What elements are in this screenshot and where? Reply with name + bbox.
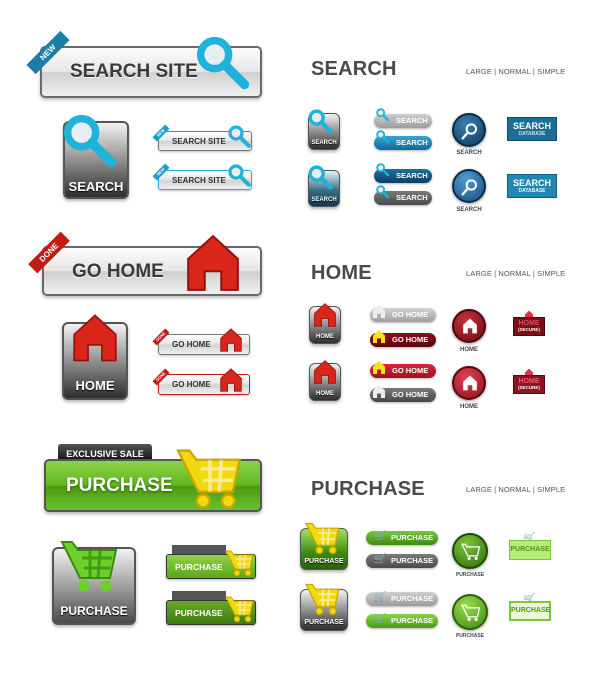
cart-icon: 🛒 <box>374 592 387 603</box>
purchase-simple-button[interactable]: PURCHASE <box>509 540 551 560</box>
magnifier-icon <box>376 130 390 144</box>
house-icon <box>220 368 242 392</box>
cart-icon <box>305 522 340 555</box>
magnifier-icon <box>461 123 477 140</box>
section-title-search: SEARCH <box>311 58 397 80</box>
magnifier-icon <box>376 108 390 122</box>
magnifier-icon <box>376 185 390 199</box>
cart-icon: 🛒 <box>374 614 387 625</box>
cart-icon <box>305 583 340 616</box>
house-icon <box>314 303 336 327</box>
magnifier-icon <box>228 164 251 187</box>
magnifier-icon <box>461 179 477 196</box>
search-database-button[interactable]: SEARCH DATABASE <box>507 117 557 141</box>
cart-icon <box>225 550 254 577</box>
home-circle-caption: HOME <box>460 347 478 353</box>
magnifier-icon <box>376 163 390 177</box>
home-secure-button-alt[interactable]: HOME (SECURE) <box>513 375 545 394</box>
house-icon <box>373 385 385 398</box>
magnifier-icon <box>228 125 251 148</box>
purchase-circle-caption: PURCHASE <box>455 633 485 639</box>
search-circle-button-alt[interactable] <box>452 169 486 203</box>
cart-icon <box>461 604 481 622</box>
house-icon <box>373 305 385 318</box>
search-site-label: SEARCH SITE <box>70 61 198 82</box>
magnifier-icon <box>308 165 334 191</box>
house-icon <box>373 330 385 343</box>
exclusive-sale-tab-small: EXCLUSIVE SALE <box>172 545 226 560</box>
house-icon <box>220 328 242 352</box>
house-icon <box>187 235 239 291</box>
house-icon <box>373 361 385 374</box>
section-title-home: HOME <box>311 262 372 284</box>
home-circle-caption: HOME <box>460 404 478 410</box>
size-options-search: LARGE | NORMAL | SIMPLE <box>466 67 566 76</box>
magnifier-icon <box>196 34 252 94</box>
purchase-circle-button[interactable] <box>452 533 488 569</box>
cart-icon: 🛒 <box>374 554 387 565</box>
section-title-purchase: PURCHASE <box>311 478 425 500</box>
house-icon <box>314 360 336 384</box>
cart-icon <box>225 596 254 623</box>
go-home-label: GO HOME <box>72 261 164 282</box>
search-circle-button[interactable] <box>452 113 486 147</box>
purchase-simple-button-alt[interactable]: PURCHASE <box>509 601 551 621</box>
house-icon <box>463 375 477 391</box>
cart-icon <box>176 448 242 509</box>
home-tile-label: HOME <box>75 378 115 393</box>
house-icon <box>73 314 117 362</box>
exclusive-sale-tab: EXCLUSIVE SALE <box>58 444 152 459</box>
search-circle-caption: SEARCH <box>456 150 482 156</box>
search-circle-caption: SEARCH <box>456 207 482 213</box>
exclusive-sale-tab-small: EXCLUSIVE SALE <box>172 591 226 606</box>
size-options-home: LARGE | NORMAL | SIMPLE <box>466 269 566 278</box>
house-icon <box>463 318 477 334</box>
search-tile-label: SEARCH <box>68 179 124 194</box>
purchase-circle-caption: PURCHASE <box>455 572 485 578</box>
purchase-label: PURCHASE <box>66 475 173 496</box>
size-options-purchase: LARGE | NORMAL | SIMPLE <box>466 485 566 494</box>
home-circle-button[interactable] <box>452 309 486 343</box>
purchase-tile-label: PURCHASE <box>60 604 128 618</box>
magnifier-icon <box>63 113 119 171</box>
search-database-button-alt[interactable]: SEARCH DATABASE <box>507 174 557 198</box>
home-secure-button[interactable]: HOME (SECURE) <box>513 317 545 336</box>
purchase-circle-button-alt[interactable] <box>452 594 488 630</box>
cart-icon: 🛒 <box>374 531 387 542</box>
cart-icon <box>461 543 481 561</box>
magnifier-icon <box>308 109 334 135</box>
cart-icon <box>60 541 118 592</box>
home-circle-button-alt[interactable] <box>452 366 486 400</box>
